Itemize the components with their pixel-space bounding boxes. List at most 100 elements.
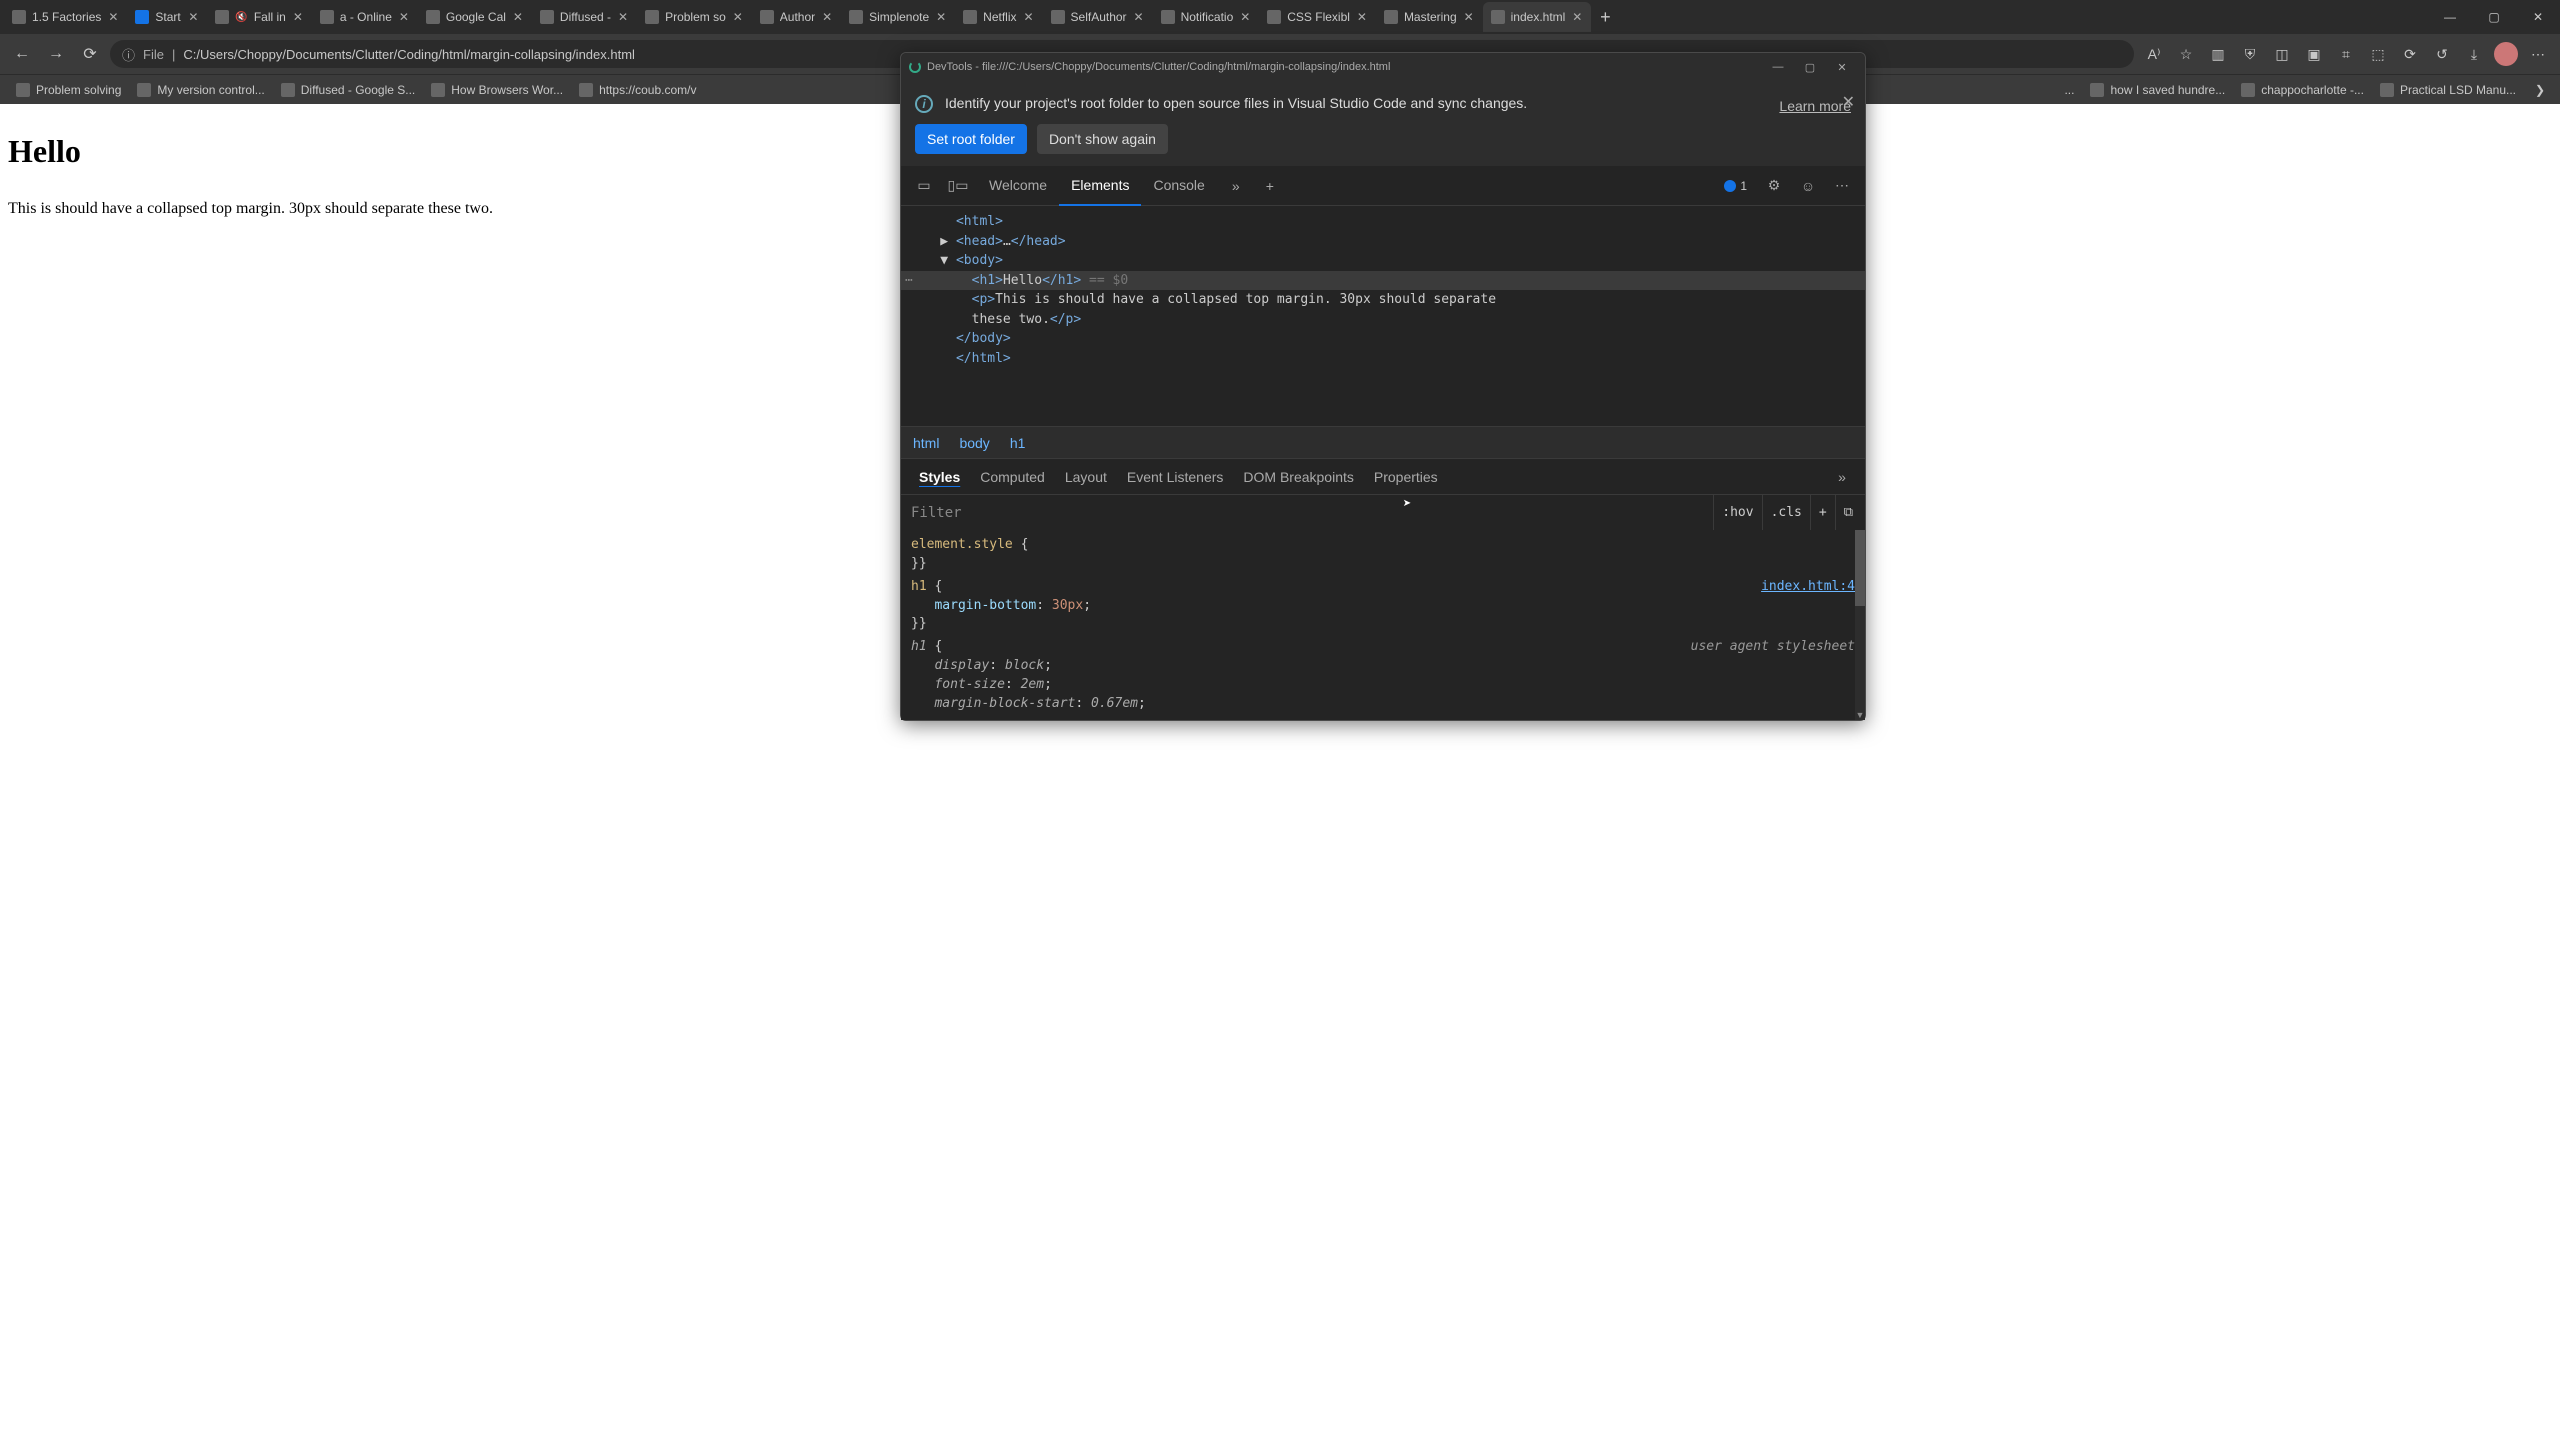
shield-icon[interactable]: ⛨ — [2236, 40, 2264, 68]
css-rule[interactable]: user agent stylesheeth1 { display: block… — [911, 638, 1855, 713]
collections-icon[interactable]: ◫ — [2268, 40, 2296, 68]
tab-close-button[interactable]: ✕ — [292, 10, 304, 24]
styles-rules-pane[interactable]: element.style {}} index.html:4h1 { margin… — [901, 530, 1865, 720]
styles-filter-input[interactable]: Filter — [901, 505, 1713, 521]
bookmark-item[interactable]: How Browsers Wor... — [423, 78, 571, 102]
tab-close-button[interactable]: ✕ — [107, 10, 119, 24]
styles-toolbar-button[interactable]: + — [1810, 495, 1835, 531]
back-button[interactable]: ← — [8, 40, 36, 68]
set-root-folder-button[interactable]: Set root folder — [915, 124, 1027, 154]
devtools-close-button[interactable]: ✕ — [1827, 56, 1857, 78]
elements-tree[interactable]: <html> ▶ <head>…</head> ▼ <body>⋯ <h1>He… — [901, 206, 1865, 426]
styles-scrollbar[interactable]: ▼ — [1855, 530, 1865, 720]
site-info-icon[interactable]: ⓘ — [122, 45, 135, 64]
device-toggle-icon[interactable]: ▯▭ — [943, 171, 973, 201]
dom-node[interactable]: </html> — [901, 349, 1865, 369]
menu-icon[interactable]: ⋯ — [2524, 40, 2552, 68]
tab-close-button[interactable]: ✕ — [187, 10, 199, 24]
browser-tab[interactable]: a - Online✕ — [312, 2, 418, 32]
sidebar-icon[interactable]: ▥ — [2204, 40, 2232, 68]
devtools-tab-welcome[interactable]: Welcome — [977, 166, 1059, 206]
tab-close-button[interactable]: ✕ — [1023, 10, 1035, 24]
browser-tab[interactable]: SelfAuthor✕ — [1043, 2, 1153, 32]
tab-close-button[interactable]: ✕ — [1133, 10, 1145, 24]
dom-node[interactable]: ⋯ <h1>Hello</h1> == $0 — [901, 271, 1865, 291]
bookmark-item[interactable]: ... — [2056, 78, 2082, 102]
bookmark-item[interactable]: Problem solving — [8, 78, 129, 102]
tab-close-button[interactable]: ✕ — [732, 10, 744, 24]
bookmark-item[interactable]: how I saved hundre... — [2082, 78, 2233, 102]
styles-tab-computed[interactable]: Computed — [970, 459, 1055, 495]
browser-tab[interactable]: 🔇Fall in✕ — [207, 2, 311, 32]
browser-tab[interactable]: Diffused -✕ — [532, 2, 637, 32]
bookmark-item[interactable]: https://coub.com/v — [571, 78, 704, 102]
history-icon[interactable]: ↺ — [2428, 40, 2456, 68]
browser-tab[interactable]: Start✕ — [127, 2, 207, 32]
browser-tab[interactable]: Netflix✕ — [955, 2, 1042, 32]
devtools-window[interactable]: DevTools - file:///C:/Users/Choppy/Docum… — [900, 52, 1866, 721]
styles-toolbar-button[interactable]: :hov — [1713, 495, 1761, 531]
css-rule[interactable]: index.html:4h1 { margin-bottom: 30px;}} — [911, 578, 1855, 635]
breadcrumb[interactable]: html body h1 — [901, 426, 1865, 458]
styles-tab-styles[interactable]: Styles — [909, 459, 970, 495]
dom-node[interactable]: <p>This is should have a collapsed top m… — [901, 290, 1865, 310]
dom-node[interactable]: ▼ <body> — [901, 251, 1865, 271]
bookmark-item[interactable]: Practical LSD Manu... — [2372, 78, 2524, 102]
favorite-icon[interactable]: ☆ — [2172, 40, 2200, 68]
browser-tab[interactable]: Mastering✕ — [1376, 2, 1483, 32]
browser-tab[interactable]: Author✕ — [752, 2, 841, 32]
browser-tab[interactable]: index.html✕ — [1483, 2, 1592, 32]
read-aloud-icon[interactable]: A⁾ — [2140, 40, 2168, 68]
feedback-icon[interactable]: ☺ — [1793, 171, 1823, 201]
tab-close-button[interactable]: ✕ — [1463, 10, 1475, 24]
browser-tab[interactable]: CSS Flexibl✕ — [1259, 2, 1376, 32]
dom-node[interactable]: ▶ <head>…</head> — [901, 232, 1865, 252]
styles-tab-dom-breakpoints[interactable]: DOM Breakpoints — [1233, 459, 1363, 495]
inspect-element-icon[interactable]: ▭ — [909, 171, 939, 201]
dom-node[interactable]: <html> — [901, 212, 1865, 232]
tab-close-button[interactable]: ✕ — [512, 10, 524, 24]
downloads-icon[interactable]: ⤓ — [2460, 40, 2488, 68]
sync-icon[interactable]: ⟳ — [2396, 40, 2424, 68]
add-tab-icon[interactable]: + — [1255, 171, 1285, 201]
breadcrumb-item[interactable]: body — [959, 435, 989, 451]
browser-tab[interactable]: Simplenote✕ — [841, 2, 955, 32]
close-window-button[interactable]: ✕ — [2516, 0, 2560, 34]
styles-toolbar-button[interactable]: ⧉ — [1835, 495, 1861, 531]
devtools-titlebar[interactable]: DevTools - file:///C:/Users/Choppy/Docum… — [901, 53, 1865, 81]
browser-tab[interactable]: Problem so✕ — [637, 2, 752, 32]
devtools-tab-console[interactable]: Console — [1141, 166, 1216, 206]
styles-toolbar-button[interactable]: .cls — [1762, 495, 1810, 531]
bookmarks-overflow-button[interactable]: ❯ — [2528, 83, 2552, 97]
bookmark-item[interactable]: chappocharlotte -... — [2233, 78, 2372, 102]
devtools-tab-elements[interactable]: Elements — [1059, 166, 1141, 206]
minimize-button[interactable]: — — [2428, 0, 2472, 34]
settings-icon[interactable]: ⚙ — [1759, 171, 1789, 201]
tab-close-button[interactable]: ✕ — [821, 10, 833, 24]
scrollbar-down-icon[interactable]: ▼ — [1855, 710, 1865, 720]
scrollbar-thumb[interactable] — [1855, 530, 1865, 606]
styles-tab-properties[interactable]: Properties — [1364, 459, 1448, 495]
tab-close-button[interactable]: ✕ — [398, 10, 410, 24]
dom-node[interactable]: these two.</p> — [901, 310, 1865, 330]
breadcrumb-item[interactable]: h1 — [1010, 435, 1026, 451]
new-tab-button[interactable]: + — [1591, 3, 1619, 31]
css-rule[interactable]: element.style {}} — [911, 536, 1855, 574]
bookmark-item[interactable]: My version control... — [129, 78, 272, 102]
more-subtabs-icon[interactable]: » — [1827, 469, 1857, 485]
tab-close-button[interactable]: ✕ — [617, 10, 629, 24]
styles-tab-layout[interactable]: Layout — [1055, 459, 1117, 495]
issues-badge[interactable]: 1 — [1716, 177, 1755, 195]
dont-show-again-button[interactable]: Don't show again — [1037, 124, 1168, 154]
rule-source-link[interactable]: index.html:4 — [1761, 578, 1855, 597]
maximize-button[interactable]: ▢ — [2472, 0, 2516, 34]
more-tabs-icon[interactable]: » — [1221, 171, 1251, 201]
devtools-maximize-button[interactable]: ▢ — [1795, 56, 1825, 78]
styles-tab-event-listeners[interactable]: Event Listeners — [1117, 459, 1234, 495]
devtools-minimize-button[interactable]: — — [1763, 56, 1793, 78]
mute-icon[interactable]: 🔇 — [235, 12, 247, 23]
tab-close-button[interactable]: ✕ — [1356, 10, 1368, 24]
info-close-button[interactable]: ✕ — [1842, 92, 1855, 112]
tab-close-button[interactable]: ✕ — [1239, 10, 1251, 24]
forward-button[interactable]: → — [42, 40, 70, 68]
